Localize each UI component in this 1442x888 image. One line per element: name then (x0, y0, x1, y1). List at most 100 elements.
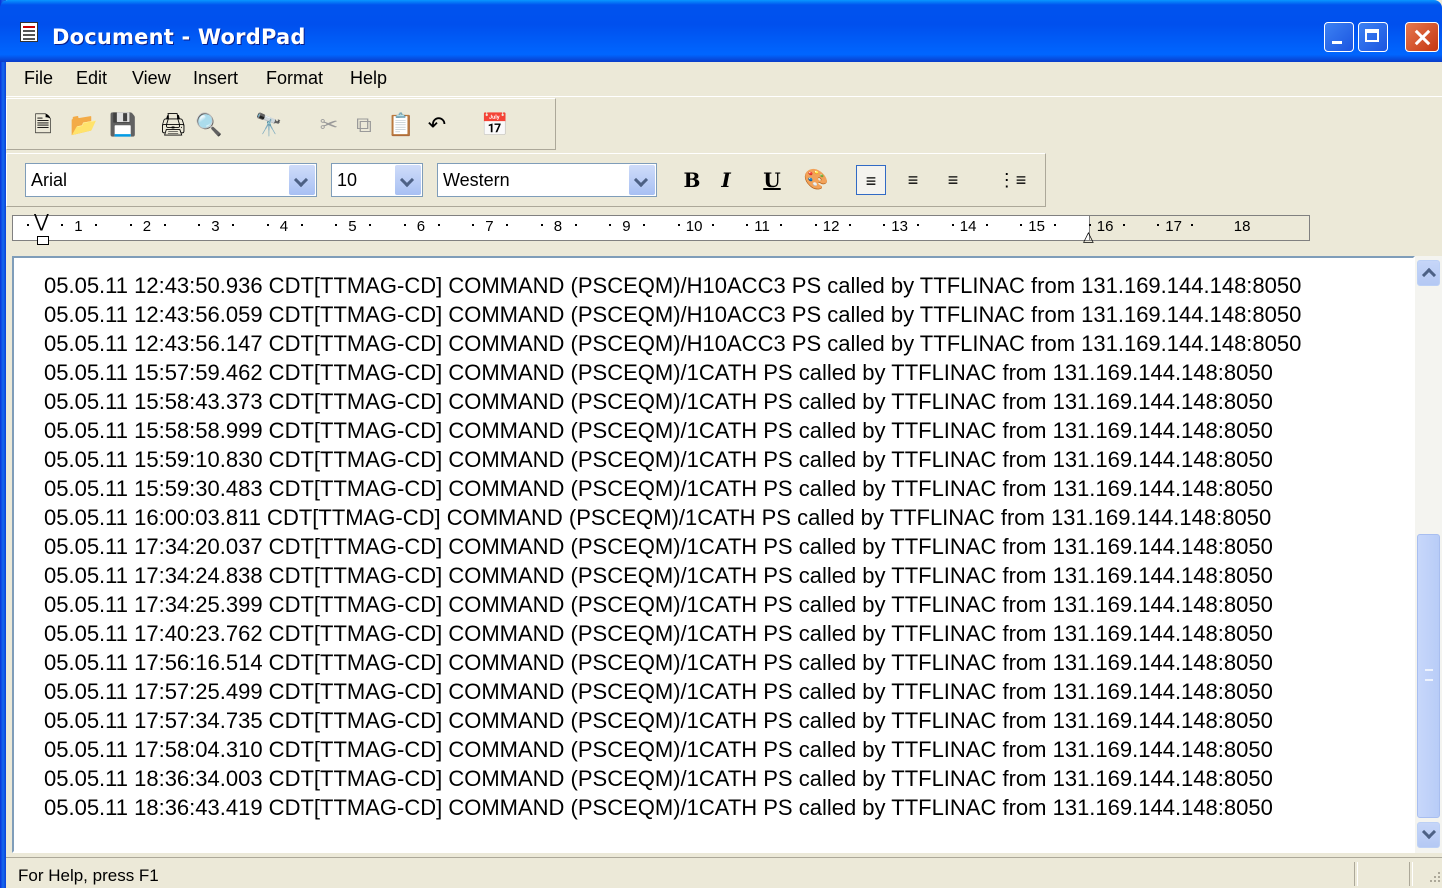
text-line[interactable]: 05.05.11 12:43:50.936 CDT[TTMAG-CD] COMM… (44, 271, 1301, 300)
ruler-tick (198, 224, 201, 226)
script-combo[interactable]: Western (437, 163, 657, 197)
align-center-icon[interactable]: ≡ (898, 165, 928, 195)
text-line[interactable]: 05.05.11 17:34:20.037 CDT[TTMAG-CD] COMM… (44, 532, 1301, 561)
ruler-tick (1122, 224, 1125, 226)
open-icon[interactable]: 📂 (70, 113, 97, 137)
text-line[interactable]: 05.05.11 17:34:24.838 CDT[TTMAG-CD] COMM… (44, 561, 1301, 590)
ruler-number: 9 (622, 218, 631, 235)
chevron-down-icon[interactable] (289, 165, 315, 195)
left-indent-marker[interactable] (37, 236, 49, 245)
font-name-combo[interactable]: Arial (25, 163, 317, 197)
paste-icon[interactable]: 📋 (387, 113, 414, 137)
undo-icon[interactable]: ↶ (425, 113, 449, 137)
ruler-tick (129, 224, 132, 226)
save-icon[interactable]: 💾 (109, 113, 136, 137)
ruler-number: 5 (348, 218, 357, 235)
ruler-tick (883, 224, 886, 226)
ruler-tick (369, 224, 372, 226)
ruler-tick (540, 224, 543, 226)
ruler-number: 6 (416, 218, 426, 235)
text-line[interactable]: 05.05.11 18:36:34.003 CDT[TTMAG-CD] COMM… (44, 764, 1301, 793)
ruler-tick (61, 224, 64, 226)
text-line[interactable]: 05.05.11 17:57:25.499 CDT[TTMAG-CD] COMM… (44, 677, 1301, 706)
text-line[interactable]: 05.05.11 17:57:34.735 CDT[TTMAG-CD] COMM… (44, 706, 1301, 735)
text-line[interactable]: 05.05.11 17:34:25.399 CDT[TTMAG-CD] COMM… (44, 590, 1301, 619)
menu-file[interactable]: File (24, 68, 53, 89)
underline-button[interactable]: U (757, 165, 787, 195)
minimize-button[interactable] (1324, 22, 1354, 52)
format-toolbar: Arial 10 Western B I U 🎨 ≡ ≡ ≡ ⋮≡ (6, 153, 1046, 207)
text-line[interactable]: 05.05.11 15:59:30.483 CDT[TTMAG-CD] COMM… (44, 474, 1301, 503)
text-line[interactable]: 05.05.11 17:40:23.762 CDT[TTMAG-CD] COMM… (44, 619, 1301, 648)
right-indent-marker[interactable]: △ (1083, 228, 1097, 244)
find-icon[interactable]: 🔭 (255, 113, 282, 137)
menu-insert[interactable]: Insert (193, 68, 238, 89)
text-line[interactable]: 05.05.11 12:43:56.147 CDT[TTMAG-CD] COMM… (44, 329, 1301, 358)
ruler-margin-area (1090, 215, 1310, 241)
text-line[interactable]: 05.05.11 15:58:43.373 CDT[TTMAG-CD] COMM… (44, 387, 1301, 416)
text-line[interactable]: 05.05.11 17:56:16.514 CDT[TTMAG-CD] COMM… (44, 648, 1301, 677)
maximize-button[interactable] (1358, 22, 1388, 52)
ruler-number: 14 (959, 218, 977, 235)
text-line[interactable]: 05.05.11 12:43:56.059 CDT[TTMAG-CD] COMM… (44, 300, 1301, 329)
menu-edit[interactable]: Edit (76, 68, 107, 89)
text-line[interactable]: 05.05.11 18:36:43.419 CDT[TTMAG-CD] COMM… (44, 793, 1301, 822)
resize-grip-icon[interactable] (1426, 868, 1442, 884)
print-icon[interactable]: 🖨 (159, 113, 187, 137)
ruler-number: 8 (553, 218, 563, 235)
ruler-tick (848, 224, 851, 226)
menu-view[interactable]: View (132, 68, 171, 89)
status-divider (1409, 862, 1413, 886)
ruler-number: 2 (142, 218, 152, 235)
scroll-down-button[interactable] (1417, 822, 1440, 848)
ruler-number: 4 (279, 218, 289, 235)
wordpad-window: Document - WordPad File Edit View Insert… (0, 0, 1442, 888)
chevron-down-icon[interactable] (629, 165, 655, 195)
ruler[interactable] (12, 215, 1090, 241)
scroll-thumb[interactable] (1417, 534, 1440, 818)
align-left-icon[interactable]: ≡ (856, 165, 886, 195)
insert-date-time-icon[interactable]: 📅 (481, 113, 508, 137)
ruler-tick (1088, 224, 1091, 226)
ruler-number: 13 (891, 218, 908, 235)
font-size-combo[interactable]: 10 (331, 163, 423, 197)
align-right-icon[interactable]: ≡ (938, 165, 968, 195)
new-icon[interactable]: 🗎 (31, 113, 55, 137)
document-text[interactable]: 05.05.11 12:43:50.936 CDT[TTMAG-CD] COMM… (44, 271, 1301, 822)
first-line-indent-marker[interactable]: ⋁ (34, 212, 49, 230)
chevron-down-icon[interactable] (395, 165, 421, 195)
text-line[interactable]: 05.05.11 15:59:10.830 CDT[TTMAG-CD] COMM… (44, 445, 1301, 474)
font-size-value: 10 (337, 170, 358, 190)
menu-bar: File Edit View Insert Format Help (6, 62, 1442, 97)
status-bar: For Help, press F1 (6, 857, 1442, 888)
title-bar[interactable]: Document - WordPad (0, 0, 1442, 62)
text-line[interactable]: 05.05.11 17:58:04.310 CDT[TTMAG-CD] COMM… (44, 735, 1301, 764)
window-title: Document - WordPad (52, 25, 306, 49)
ruler-tick (1054, 224, 1057, 226)
ruler-number: 7 (485, 218, 494, 235)
menu-format[interactable]: Format (266, 68, 323, 89)
ruler-tick (95, 224, 98, 226)
print-preview-icon[interactable]: 🔍 (195, 113, 222, 137)
script-value: Western (443, 170, 510, 190)
text-line[interactable]: 05.05.11 16:00:03.811 CDT[TTMAG-CD] COMM… (44, 503, 1301, 532)
bullets-icon[interactable]: ⋮≡ (997, 165, 1027, 195)
bold-button[interactable]: B (677, 165, 707, 195)
color-palette-icon[interactable]: 🎨 (801, 165, 831, 195)
document-area[interactable]: 05.05.11 12:43:50.936 CDT[TTMAG-CD] COMM… (12, 256, 1415, 853)
ruler-tick (437, 224, 440, 226)
ruler-number: 16 (1096, 218, 1114, 235)
menu-help[interactable]: Help (350, 68, 387, 89)
scroll-up-button[interactable] (1417, 260, 1440, 286)
wordpad-document-icon[interactable] (20, 22, 38, 42)
ruler-tick (472, 224, 475, 226)
italic-button[interactable]: I (711, 165, 741, 195)
ruler-tick (814, 224, 817, 226)
vertical-scrollbar[interactable] (1415, 256, 1442, 853)
close-button[interactable] (1405, 22, 1439, 52)
ruler-number: 12 (822, 218, 840, 235)
text-line[interactable]: 05.05.11 15:58:58.999 CDT[TTMAG-CD] COMM… (44, 416, 1301, 445)
ruler-tick (1020, 224, 1023, 226)
ruler-number: 3 (211, 218, 220, 235)
text-line[interactable]: 05.05.11 15:57:59.462 CDT[TTMAG-CD] COMM… (44, 358, 1301, 387)
